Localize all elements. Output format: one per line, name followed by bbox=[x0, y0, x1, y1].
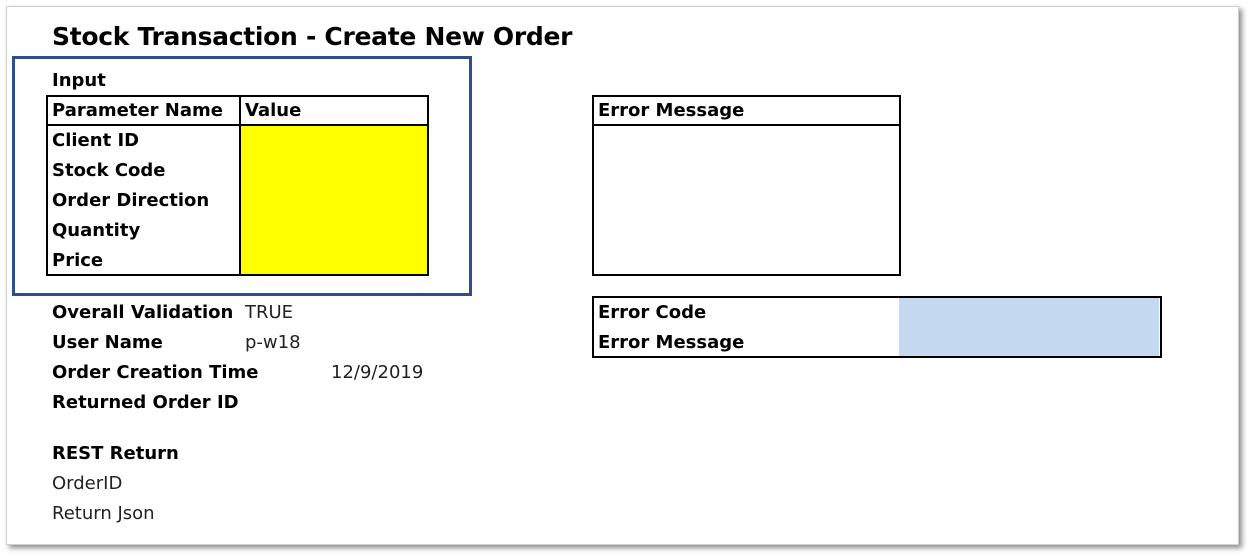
input-section-label: Input bbox=[52, 70, 106, 91]
param-quantity: Quantity bbox=[52, 220, 141, 241]
value-price-cell[interactable] bbox=[245, 250, 425, 276]
value-client-id-cell[interactable] bbox=[245, 130, 425, 156]
value-quantity-cell[interactable] bbox=[245, 220, 425, 246]
error-message-value-cell[interactable] bbox=[905, 332, 1155, 358]
input-table-column-divider bbox=[239, 95, 241, 276]
error-panel-header-divider bbox=[592, 124, 901, 126]
param-client-id: Client ID bbox=[52, 130, 140, 151]
user-name-label: User Name bbox=[52, 332, 163, 353]
input-table-header-divider bbox=[46, 124, 429, 126]
error-code-value-cell[interactable] bbox=[905, 302, 1155, 328]
overall-validation-label: Overall Validation bbox=[52, 302, 234, 323]
error-panel-body[interactable] bbox=[598, 130, 894, 270]
order-creation-time-value: 12/9/2019 bbox=[331, 362, 424, 383]
value-stock-code-cell[interactable] bbox=[245, 160, 425, 186]
rest-return-json-label: Return Json bbox=[52, 503, 155, 524]
user-name-value: p-w18 bbox=[245, 332, 301, 353]
error-panel-header: Error Message bbox=[598, 100, 745, 121]
value-order-direction-cell[interactable] bbox=[245, 190, 425, 216]
returned-order-id-label: Returned Order ID bbox=[52, 392, 239, 413]
param-stock-code: Stock Code bbox=[52, 160, 166, 181]
error-code-label: Error Code bbox=[598, 302, 707, 323]
error-message-label: Error Message bbox=[598, 332, 745, 353]
rest-return-heading: REST Return bbox=[52, 443, 179, 464]
col-parameter-name: Parameter Name bbox=[52, 100, 223, 121]
overall-validation-value: TRUE bbox=[245, 302, 294, 323]
param-order-direction: Order Direction bbox=[52, 190, 210, 211]
order-creation-time-label: Order Creation Time bbox=[52, 362, 259, 383]
page-title: Stock Transaction - Create New Order bbox=[52, 22, 573, 51]
rest-orderid-label: OrderID bbox=[52, 473, 123, 494]
col-value: Value bbox=[245, 100, 302, 121]
param-price: Price bbox=[52, 250, 104, 271]
